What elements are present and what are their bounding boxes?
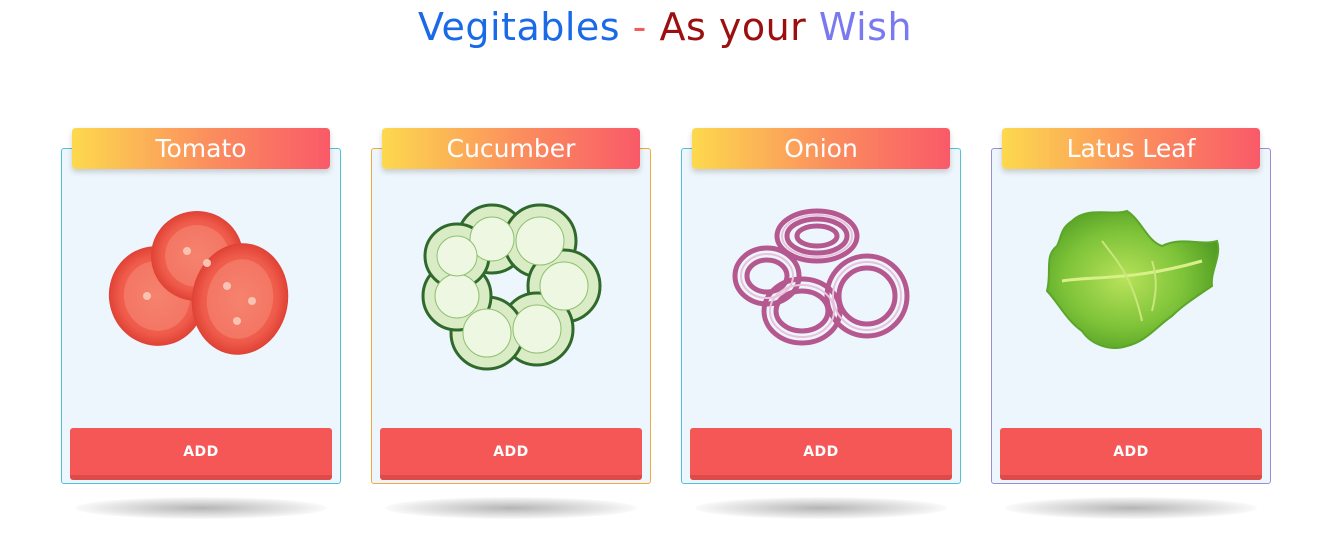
card-body: ADD: [681, 148, 961, 484]
card-title-tomato: Tomato: [72, 128, 330, 169]
card-title-onion: Onion: [692, 128, 950, 169]
add-button-tomato[interactable]: ADD: [70, 428, 332, 480]
card-title-cucumber: Cucumber: [382, 128, 640, 169]
title-part-as-your: As your: [659, 5, 819, 49]
page: Vegitables - As your Wish ADD Tomato ADD…: [0, 0, 1330, 560]
product-card-tomato: ADD Tomato: [61, 128, 341, 528]
product-card-latus-leaf: ADD Latus Leaf: [991, 128, 1271, 528]
add-button-cucumber[interactable]: ADD: [380, 428, 642, 480]
card-title-latus-leaf: Latus Leaf: [1002, 128, 1260, 169]
title-separator: -: [620, 5, 660, 49]
card-body: ADD: [991, 148, 1271, 484]
title-part-vegitables: Vegitables: [417, 5, 621, 49]
page-title: Vegitables - As your Wish: [0, 2, 1330, 52]
tomato-slices-image: [108, 211, 289, 355]
card-body: ADD: [371, 148, 651, 484]
card-shadow: [695, 497, 947, 519]
product-card-list: ADD Tomato ADD Cucumber ADD Onion ADD La…: [61, 128, 1271, 528]
product-card-cucumber: ADD Cucumber: [371, 128, 651, 528]
lettuce-leaf-image: [1045, 209, 1220, 349]
onion-rings-image: [732, 208, 910, 346]
add-button-latus-leaf[interactable]: ADD: [1000, 428, 1262, 480]
card-body: ADD: [61, 148, 341, 484]
card-shadow: [1005, 497, 1257, 519]
add-button-onion[interactable]: ADD: [690, 428, 952, 480]
cucumber-slices-image: [421, 203, 602, 371]
product-card-onion: ADD Onion: [681, 128, 961, 528]
title-part-wish: Wish: [818, 5, 913, 49]
card-shadow: [385, 497, 637, 519]
card-shadow: [75, 497, 327, 519]
